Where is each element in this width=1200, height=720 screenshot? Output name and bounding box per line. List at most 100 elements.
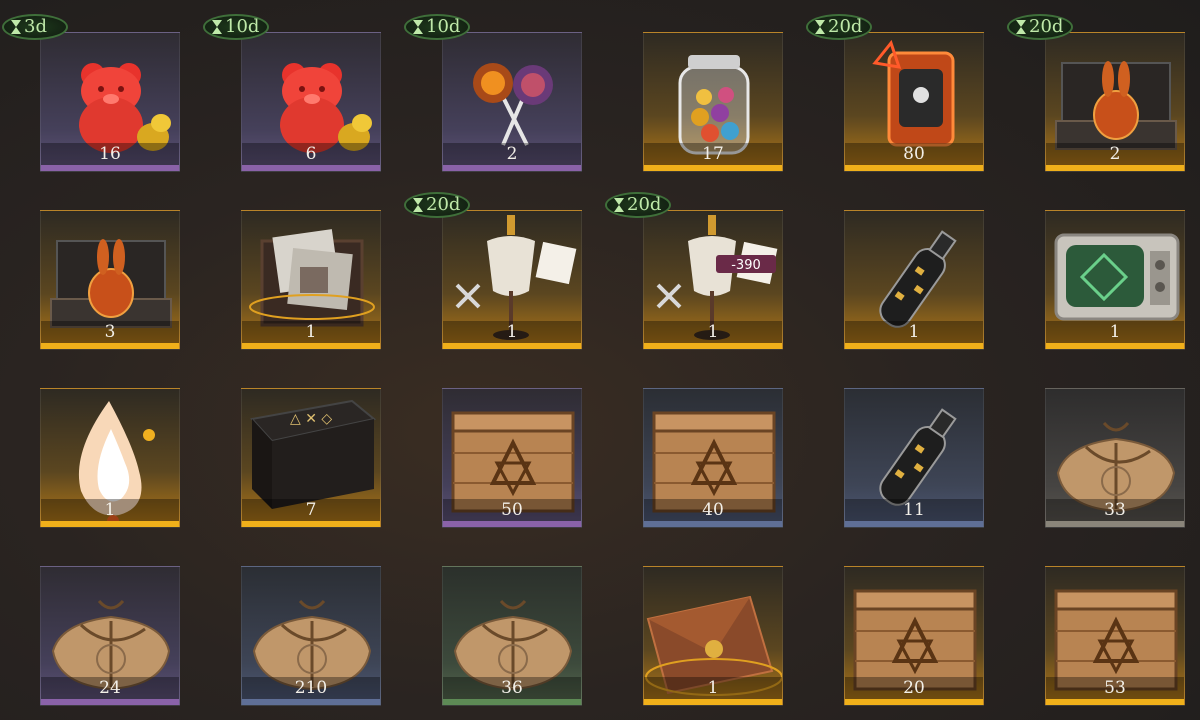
item-card: 1 (40, 388, 180, 528)
expiry-timer-badge: 20d (1007, 14, 1074, 40)
parcel-item[interactable]: 36 (442, 566, 582, 706)
gummy-bear-item[interactable]: 6 (241, 32, 381, 172)
rarity-strip (644, 165, 782, 171)
mannequin-discount-item[interactable]: -390 1 (643, 210, 783, 350)
item-count: 1 (1046, 321, 1184, 343)
hourglass-icon (11, 20, 21, 34)
item-count: 11 (845, 499, 983, 521)
svg-text:△ ✕ ◇: △ ✕ ◇ (290, 411, 332, 427)
svg-text:-390: -390 (731, 258, 761, 273)
item-count: 33 (1046, 499, 1184, 521)
hourglass-icon (413, 198, 423, 212)
rarity-strip (41, 165, 179, 171)
item-card: 1 (1045, 210, 1185, 350)
item-count: 40 (644, 499, 782, 521)
rarity-strip (242, 521, 380, 527)
item-card: 53 (1045, 566, 1185, 706)
bottle-item[interactable]: 11 (844, 388, 984, 528)
rarity-strip (644, 699, 782, 705)
item-count: 16 (41, 143, 179, 165)
wooden-crate-item[interactable]: 53 (1045, 566, 1185, 706)
item-count: 2 (1046, 143, 1184, 165)
golden-rabbit-box-item[interactable]: 3 (40, 210, 180, 350)
expiry-timer-text: 20d (1029, 16, 1064, 37)
item-count: 1 (443, 321, 581, 343)
expiry-timer-badge: 3d (2, 14, 68, 40)
hourglass-icon (815, 20, 825, 34)
expiry-timer-text: 10d (426, 16, 461, 37)
expiry-timer-badge: 20d (404, 192, 471, 218)
item-card: 1 (442, 210, 582, 350)
item-count: 1 (845, 321, 983, 343)
rarity-strip (242, 699, 380, 705)
item-card: 2 (1045, 32, 1185, 172)
gummy-bear-item[interactable]: 16 (40, 32, 180, 172)
rarity-strip (845, 521, 983, 527)
expiry-timer-badge: 20d (806, 14, 873, 40)
rarity-strip (443, 521, 581, 527)
wooden-crate-item[interactable]: 40 (643, 388, 783, 528)
tv-item[interactable]: 1 (1045, 210, 1185, 350)
expiry-timer-badge: 20d (605, 192, 672, 218)
rabbit-box-item[interactable]: 2 (1045, 32, 1185, 172)
item-count: 20 (845, 677, 983, 699)
item-count: 53 (1046, 677, 1184, 699)
item-count: 1 (644, 677, 782, 699)
rarity-strip (644, 343, 782, 349)
expiry-timer-text: 3d (24, 16, 47, 37)
lollipop-item[interactable]: 2 (442, 32, 582, 172)
item-card: 3 (40, 210, 180, 350)
parcel-item[interactable]: 24 (40, 566, 180, 706)
rarity-strip (1046, 699, 1184, 705)
inventory-grid: 16 3d 6 10d 2 10d 17 80 20d 2 20d 3 1 1 … (0, 0, 1200, 720)
rarity-strip (1046, 521, 1184, 527)
item-card: -390 1 (643, 210, 783, 350)
hourglass-icon (212, 20, 222, 34)
mannequin-item[interactable]: 1 (442, 210, 582, 350)
rarity-strip (845, 699, 983, 705)
item-card: 33 (1045, 388, 1185, 528)
wooden-crate-item[interactable]: 20 (844, 566, 984, 706)
rarity-strip (41, 521, 179, 527)
hourglass-icon (614, 198, 624, 212)
item-card: 16 (40, 32, 180, 172)
expiry-timer-text: 20d (627, 194, 662, 215)
hourglass-icon (413, 20, 423, 34)
rarity-strip (443, 699, 581, 705)
rune-table-item[interactable]: △ ✕ ◇ 7 (241, 388, 381, 528)
item-count: 36 (443, 677, 581, 699)
item-card: 6 (241, 32, 381, 172)
parcel-item[interactable]: 210 (241, 566, 381, 706)
parcel-item[interactable]: 33 (1045, 388, 1185, 528)
rarity-strip (443, 343, 581, 349)
item-count: 24 (41, 677, 179, 699)
candy-jar-item[interactable]: 17 (643, 32, 783, 172)
item-card: 210 (241, 566, 381, 706)
photo-box-item[interactable]: 1 (241, 210, 381, 350)
hourglass-icon (1016, 20, 1026, 34)
item-card: 80 (844, 32, 984, 172)
rarity-strip (845, 343, 983, 349)
wooden-crate-item[interactable]: 50 (442, 388, 582, 528)
rarity-strip (242, 165, 380, 171)
rarity-strip (242, 343, 380, 349)
rarity-strip (644, 521, 782, 527)
expiry-timer-text: 20d (828, 16, 863, 37)
expiry-timer-text: 10d (225, 16, 260, 37)
item-card: 40 (643, 388, 783, 528)
flame-orb-item[interactable]: 1 (40, 388, 180, 528)
envelope-item[interactable]: 1 (643, 566, 783, 706)
rarity-strip (1046, 343, 1184, 349)
bottle-item[interactable]: 1 (844, 210, 984, 350)
item-card: 11 (844, 388, 984, 528)
rarity-strip (41, 699, 179, 705)
expiry-timer-badge: 10d (203, 14, 270, 40)
orange-device-item[interactable]: 80 (844, 32, 984, 172)
item-card: 1 (241, 210, 381, 350)
item-count: 1 (41, 499, 179, 521)
item-count: 17 (644, 143, 782, 165)
item-count: 1 (242, 321, 380, 343)
expiry-timer-text: 20d (426, 194, 461, 215)
rarity-strip (845, 165, 983, 171)
item-count: 3 (41, 321, 179, 343)
